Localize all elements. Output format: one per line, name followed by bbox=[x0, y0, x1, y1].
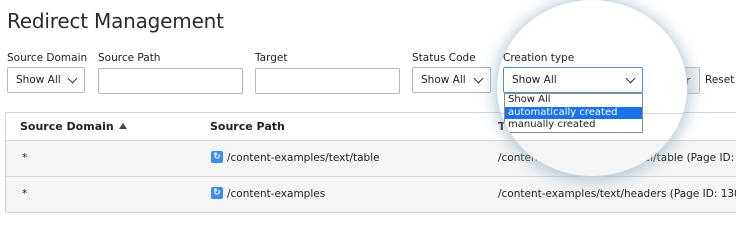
page-title: Redirect Management bbox=[7, 9, 224, 33]
option-automatically-created[interactable]: automatically created bbox=[505, 106, 642, 119]
status-code-select[interactable]: Show All bbox=[412, 67, 491, 93]
reset-link[interactable]: Reset bbox=[705, 74, 734, 86]
option-show-all[interactable]: Show All bbox=[505, 94, 642, 107]
chevron-down-icon bbox=[625, 73, 636, 83]
table-row[interactable]: * ↻ /content-examples /content-examples/… bbox=[6, 177, 736, 212]
chevron-down-icon bbox=[473, 73, 484, 83]
magnified-table-row bbox=[497, 141, 687, 176]
cell-target: /content-examples/text/headers (Page ID:… bbox=[498, 188, 736, 200]
header-source-domain[interactable]: Source Domain bbox=[20, 120, 127, 133]
cell-source-domain: * bbox=[22, 188, 28, 200]
status-code-value: Show All bbox=[421, 74, 466, 86]
creation-type-dropdown: Show All automatically created manually … bbox=[504, 93, 643, 133]
sort-ascending-icon bbox=[118, 123, 127, 129]
creation-type-label: Creation type bbox=[503, 52, 575, 64]
option-manually-created[interactable]: manually created bbox=[505, 119, 642, 132]
status-code-label: Status Code bbox=[412, 52, 476, 64]
source-path-label: Source Path bbox=[98, 52, 161, 64]
magnifier-overlay: Creation type Show All Show All automati… bbox=[497, 0, 687, 176]
source-path-input[interactable] bbox=[98, 68, 243, 94]
creation-type-value: Show All bbox=[512, 74, 557, 86]
cell-source-path[interactable]: /content-examples/text/table bbox=[227, 152, 380, 164]
target-input[interactable] bbox=[255, 68, 400, 94]
cell-source-path[interactable]: /content-examples bbox=[227, 188, 325, 200]
link-icon: ↻ bbox=[211, 151, 223, 163]
source-domain-value: Show All bbox=[16, 74, 61, 86]
creation-type-select[interactable]: Show All bbox=[503, 67, 643, 93]
source-domain-label: Source Domain bbox=[7, 52, 88, 64]
link-icon: ↻ bbox=[211, 187, 223, 199]
chevron-down-icon bbox=[67, 73, 78, 83]
header-source-domain-label: Source Domain bbox=[20, 120, 114, 133]
header-source-path[interactable]: Source Path bbox=[210, 120, 285, 133]
cell-source-domain: * bbox=[22, 152, 28, 164]
target-label: Target bbox=[255, 52, 288, 64]
source-domain-select[interactable]: Show All bbox=[7, 67, 85, 93]
